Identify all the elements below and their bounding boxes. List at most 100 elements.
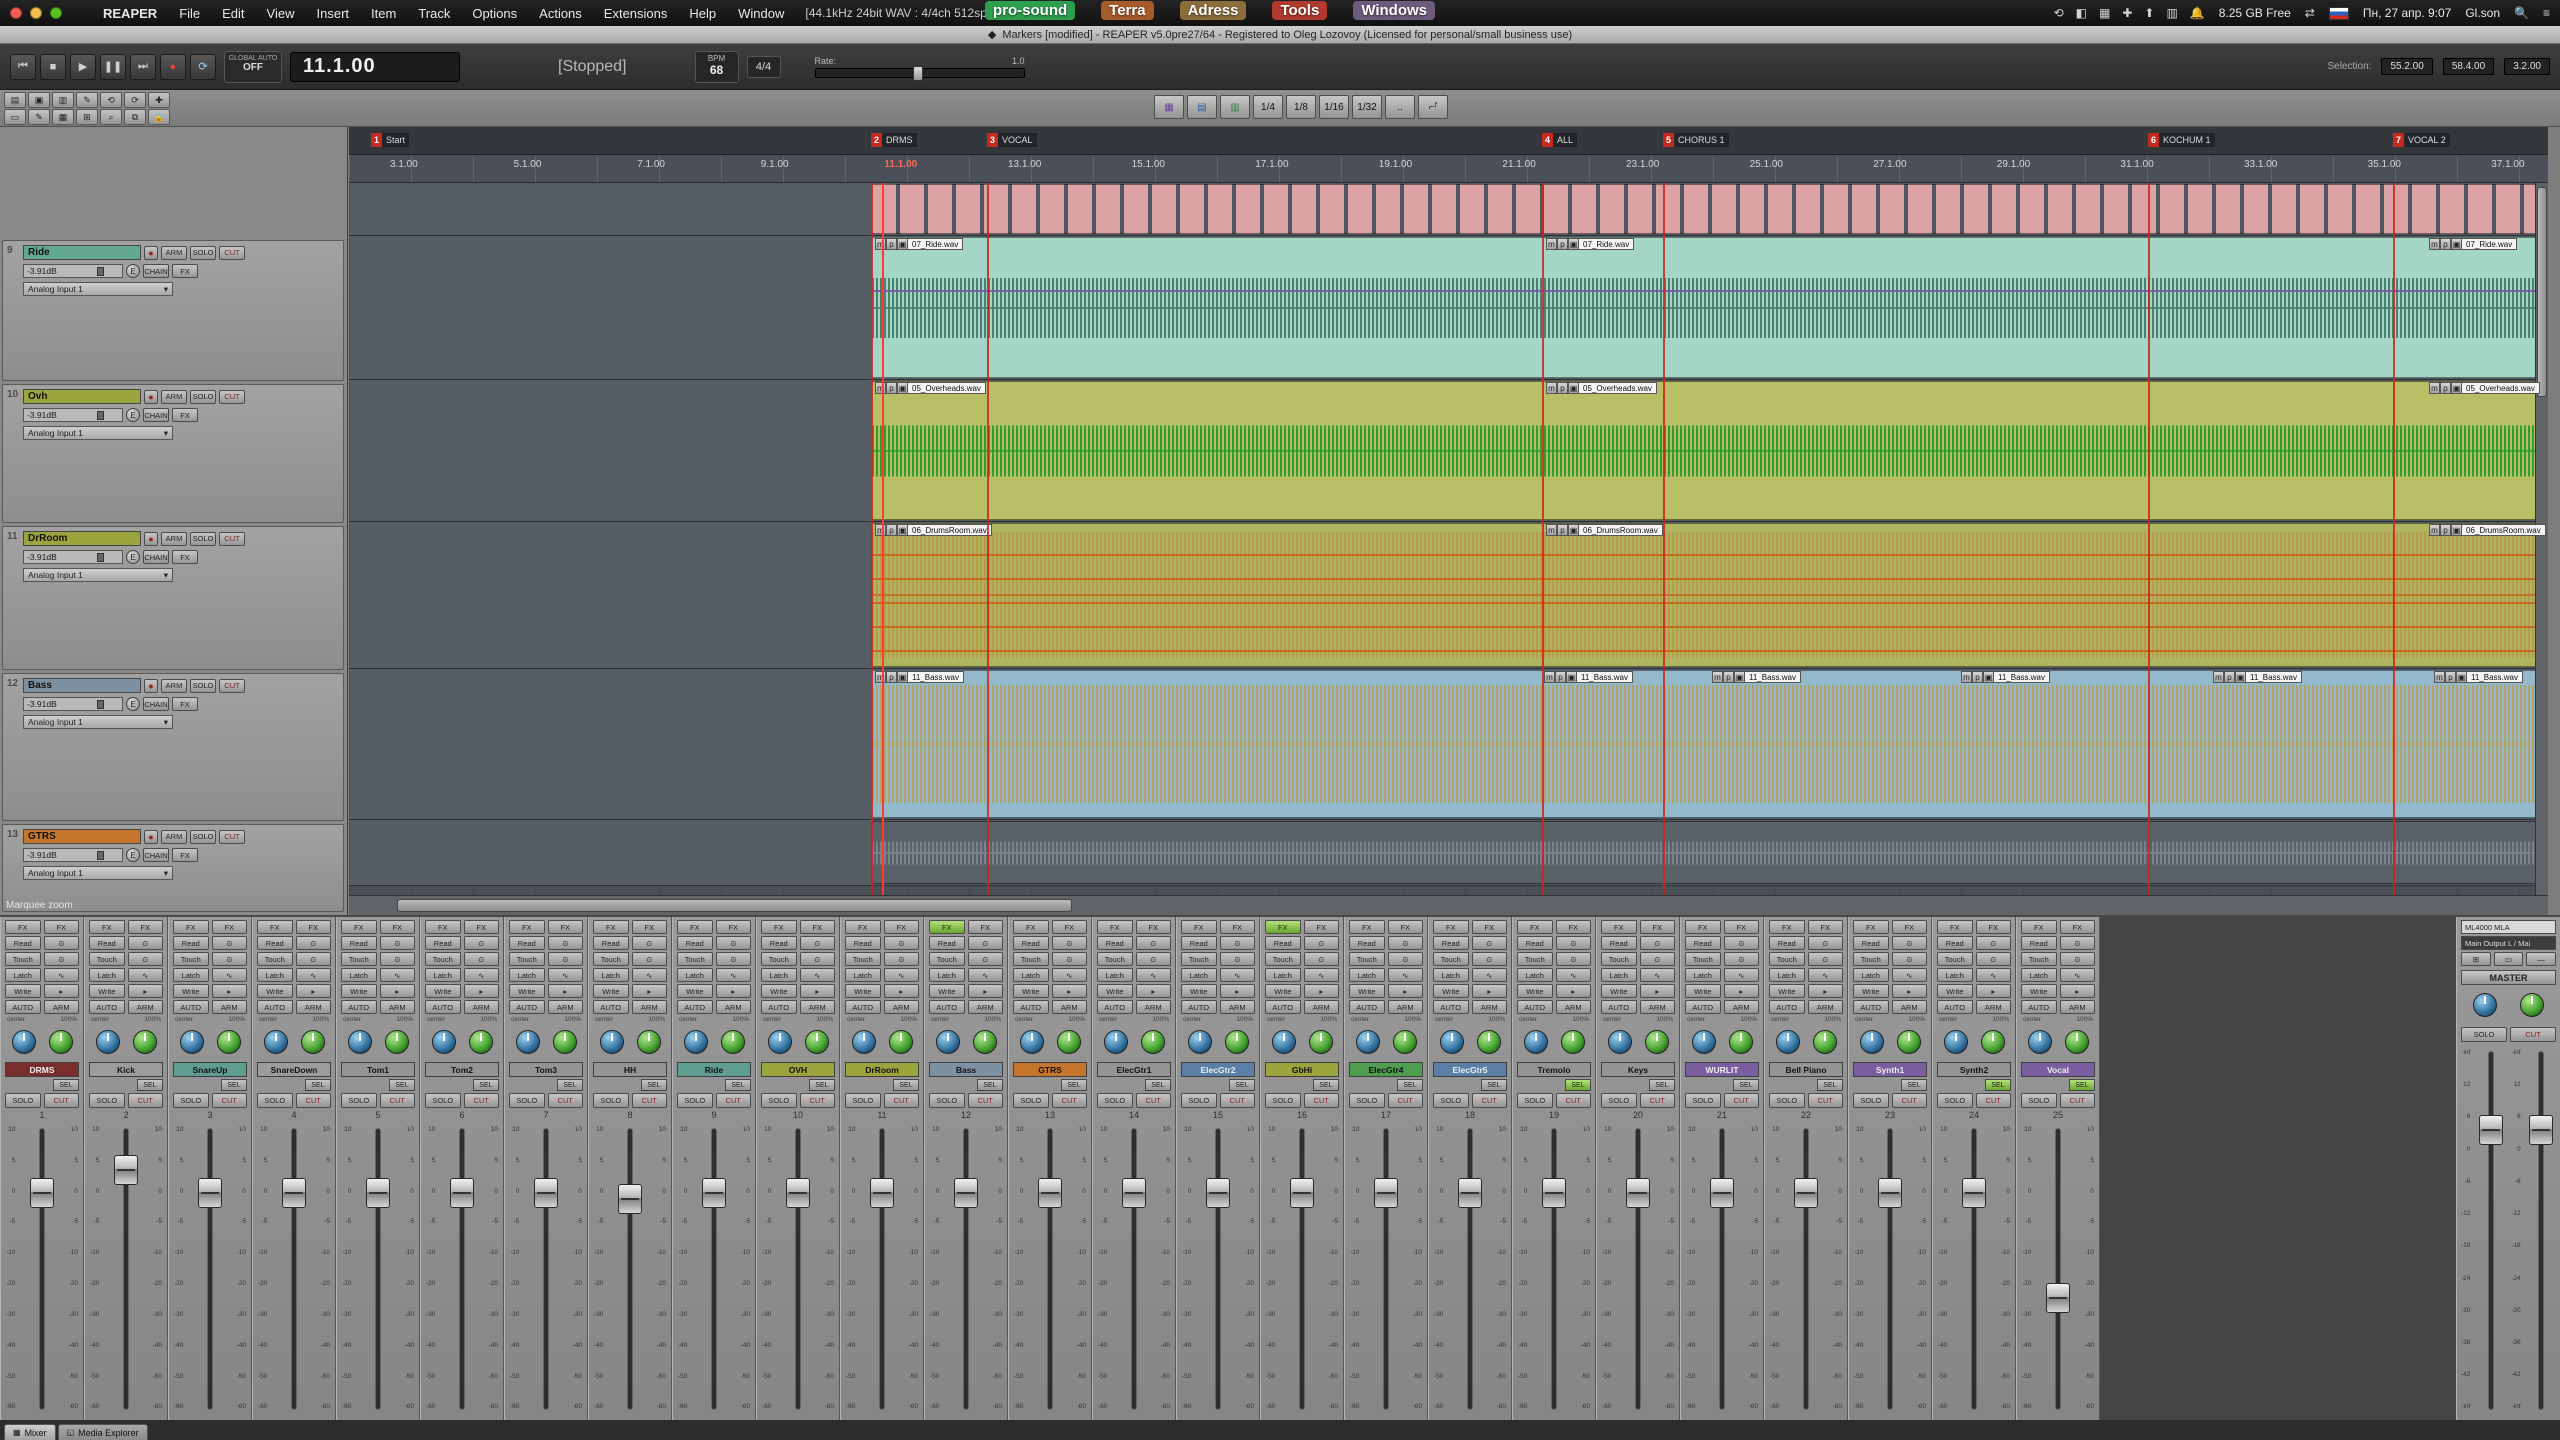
item-label-chip[interactable]: mp▣06_DrumsRoom.wav xyxy=(2429,524,2546,536)
playrate-slider-thumb[interactable] xyxy=(913,66,923,81)
mono-icon[interactable]: ⊙ xyxy=(212,952,248,966)
write-mode-icon[interactable]: ▸ xyxy=(716,984,752,998)
pan-knob[interactable] xyxy=(348,1030,372,1054)
latch-button[interactable]: Latch xyxy=(1685,968,1721,982)
volume-fader[interactable] xyxy=(1371,1127,1401,1411)
fader-handle[interactable] xyxy=(1122,1178,1146,1208)
solo-button[interactable]: SOLO xyxy=(1601,1093,1637,1108)
item-label-chip[interactable]: mp▣06_DrumsRoom.wav xyxy=(875,524,992,536)
mute-button[interactable]: CUT xyxy=(1052,1093,1088,1108)
write-mode-icon[interactable]: ▸ xyxy=(128,984,164,998)
volume-fader[interactable] xyxy=(531,1127,561,1411)
input-select[interactable]: Analog Input 1▾ xyxy=(23,866,173,880)
solo-button[interactable]: SOLO xyxy=(5,1093,41,1108)
fader-handle[interactable] xyxy=(702,1178,726,1208)
menu-view[interactable]: View xyxy=(256,6,306,21)
volume-slider[interactable]: -3.91dB xyxy=(23,697,123,711)
tcp-track-ride[interactable]: 9Ride●ARMSOLOCUT-3.91dBECHAINFXAnalog In… xyxy=(2,240,344,381)
select-button[interactable]: SEL xyxy=(1985,1079,2011,1091)
fader-handle[interactable] xyxy=(30,1178,54,1208)
mute-button[interactable]: CUT xyxy=(968,1093,1004,1108)
status-icon-0[interactable]: ⟲ xyxy=(2054,6,2064,20)
phase-icon[interactable]: ⊙ xyxy=(1220,936,1256,950)
envelope-icon[interactable]: ∿ xyxy=(44,968,80,982)
play-button[interactable]: ▶ xyxy=(70,54,96,80)
project-titlebar[interactable]: ◆ Markers [modified] - REAPER v5.0pre27/… xyxy=(0,26,2560,44)
phase-icon[interactable]: ⊙ xyxy=(380,936,416,950)
mute-button[interactable]: CUT xyxy=(219,390,245,404)
solo-button[interactable]: SOLO xyxy=(1685,1093,1721,1108)
timeline-ruler[interactable]: 3.1.005.1.007.1.009.1.0011.1.0013.1.0015… xyxy=(349,155,2548,183)
master-fader-left-handle[interactable] xyxy=(2479,1115,2503,1145)
arm-button[interactable]: ARM xyxy=(800,1000,836,1014)
item-m-button[interactable]: m xyxy=(2429,238,2440,250)
write-button[interactable]: Write xyxy=(1517,984,1553,998)
input-language-flag-icon[interactable] xyxy=(2329,7,2349,20)
fader-handle[interactable] xyxy=(1878,1178,1902,1208)
pan-knob[interactable] xyxy=(1860,1030,1884,1054)
item-p-button[interactable]: p xyxy=(1972,671,1983,683)
width-knob[interactable] xyxy=(1561,1030,1585,1054)
master-small-button-1[interactable]: ▭ xyxy=(2494,952,2524,966)
select-button[interactable]: SEL xyxy=(977,1079,1003,1091)
toolbar-icon-r1-0[interactable]: ▤ xyxy=(4,92,26,108)
envelope-icon[interactable]: ∿ xyxy=(1976,968,2012,982)
phase-icon[interactable]: ⊙ xyxy=(464,936,500,950)
item-p-button[interactable]: p xyxy=(1723,671,1734,683)
envelope-icon[interactable]: ∿ xyxy=(1556,968,1592,982)
width-knob[interactable] xyxy=(469,1030,493,1054)
volume-fader[interactable] xyxy=(2043,1127,2073,1411)
item-p-button[interactable]: p xyxy=(886,524,897,536)
fx-button[interactable]: FX xyxy=(172,264,198,278)
volume-slider[interactable]: -3.91dB xyxy=(23,408,123,422)
fader-handle[interactable] xyxy=(1542,1178,1566,1208)
touch-button[interactable]: Touch xyxy=(761,952,797,966)
master-pan-knob[interactable] xyxy=(2473,993,2497,1017)
track-name-field[interactable]: DrRoom xyxy=(23,531,141,546)
media-item-bass[interactable] xyxy=(871,670,2548,818)
item-m-button[interactable]: m xyxy=(2434,671,2445,683)
volume-fader[interactable] xyxy=(279,1127,309,1411)
width-knob[interactable] xyxy=(1981,1030,2005,1054)
select-button[interactable]: SEL xyxy=(1145,1079,1171,1091)
auto-button[interactable]: AUTO xyxy=(1601,1000,1637,1014)
read-button[interactable]: Read xyxy=(509,936,545,950)
pan-knob[interactable] xyxy=(264,1030,288,1054)
item-p-button[interactable]: p xyxy=(2224,671,2235,683)
auto-button[interactable]: AUTO xyxy=(1433,1000,1469,1014)
menu-window[interactable]: Window xyxy=(727,6,795,21)
auto-button[interactable]: AUTO xyxy=(257,1000,293,1014)
phase-icon[interactable]: ⊙ xyxy=(548,936,584,950)
fx-button[interactable]: FX xyxy=(929,920,965,934)
phase-icon[interactable]: ⊙ xyxy=(1388,936,1424,950)
tcp-track-drroom[interactable]: 11DrRoom●ARMSOLOCUT-3.91dBECHAINFXAnalog… xyxy=(2,526,344,670)
volume-fader[interactable] xyxy=(1791,1127,1821,1411)
volume-fader[interactable] xyxy=(1707,1127,1737,1411)
phase-icon[interactable]: ⊙ xyxy=(44,936,80,950)
select-button[interactable]: SEL xyxy=(1061,1079,1087,1091)
fx2-button[interactable]: FX xyxy=(1808,920,1844,934)
solo-button[interactable]: SOLO xyxy=(929,1093,965,1108)
auto-button[interactable]: AUTO xyxy=(1937,1000,1973,1014)
fader-handle[interactable] xyxy=(2046,1283,2070,1313)
latch-button[interactable]: Latch xyxy=(1433,968,1469,982)
write-mode-icon[interactable]: ▸ xyxy=(1052,984,1088,998)
mono-icon[interactable]: ⊙ xyxy=(632,952,668,966)
fx-button[interactable]: FX xyxy=(89,920,125,934)
width-knob[interactable] xyxy=(1393,1030,1417,1054)
read-button[interactable]: Read xyxy=(1097,936,1133,950)
write-button[interactable]: Write xyxy=(1349,984,1385,998)
menu-help[interactable]: Help xyxy=(678,6,727,21)
mute-button[interactable]: CUT xyxy=(716,1093,752,1108)
envelope-icon[interactable]: ∿ xyxy=(548,968,584,982)
touch-button[interactable]: Touch xyxy=(1097,952,1133,966)
spotlight-search-icon[interactable]: 🔍 xyxy=(2514,6,2529,20)
read-button[interactable]: Read xyxy=(1769,936,1805,950)
write-mode-icon[interactable]: ▸ xyxy=(44,984,80,998)
arm-button[interactable]: ARM xyxy=(1976,1000,2012,1014)
write-button[interactable]: Write xyxy=(1853,984,1889,998)
volume-fader[interactable] xyxy=(867,1127,897,1411)
select-button[interactable]: SEL xyxy=(725,1079,751,1091)
menu-reaper[interactable]: REAPER xyxy=(92,6,168,21)
arm-button[interactable]: ARM xyxy=(968,1000,1004,1014)
